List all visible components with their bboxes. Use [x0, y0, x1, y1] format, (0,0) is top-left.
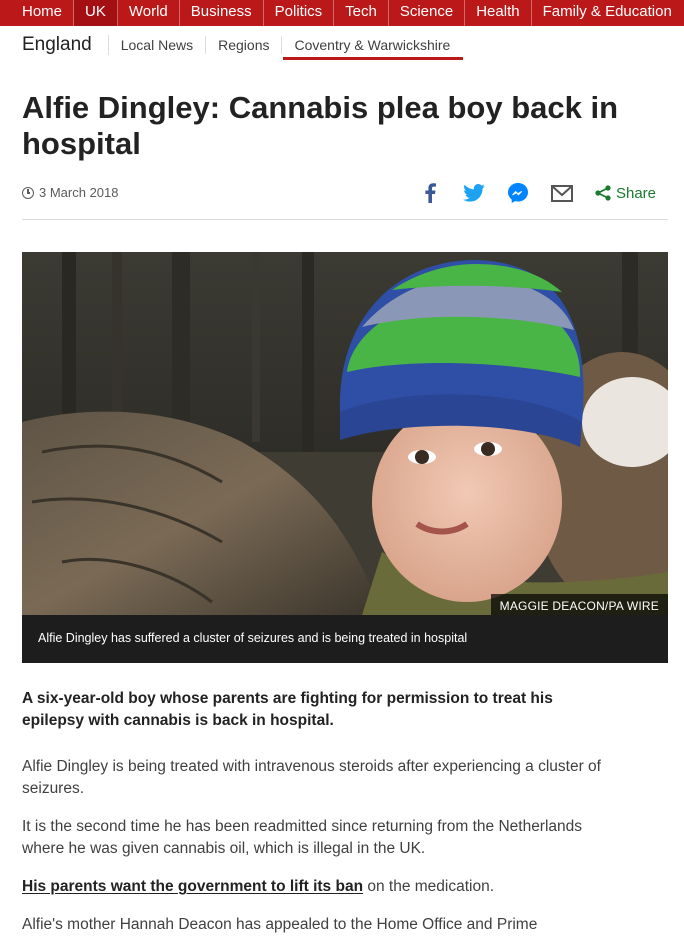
nav-science[interactable]: Science	[389, 0, 466, 26]
body-paragraph-1: Alfie Dingley is being treated with intr…	[22, 758, 601, 797]
share-tools: Share	[419, 182, 656, 204]
twitter-icon[interactable]	[463, 182, 485, 204]
region-title[interactable]: England	[0, 35, 109, 55]
intro-paragraph: A six-year-old boy whose parents are fig…	[22, 690, 553, 729]
share-label: Share	[615, 184, 656, 202]
nav-home[interactable]: Home	[0, 0, 75, 26]
body-paragraph-2: It is the second time he has been readmi…	[22, 818, 583, 857]
messenger-icon[interactable]	[507, 182, 529, 204]
top-navigation: Home UK World Business Politics Tech Sci…	[0, 0, 684, 26]
publish-date: 3 March 2018	[39, 185, 119, 200]
nav-world[interactable]: World	[118, 0, 180, 26]
active-subnav-indicator	[283, 57, 463, 60]
image-caption: Alfie Dingley has suffered a cluster of …	[22, 615, 668, 663]
article-headline: Alfie Dingley: Cannabis plea boy back in…	[22, 90, 619, 161]
nav-family-education[interactable]: Family & Education	[532, 0, 683, 26]
subnav-regions[interactable]: Regions	[206, 36, 283, 54]
share-button[interactable]: Share	[595, 185, 656, 202]
article-body: A six-year-old boy whose parents are fig…	[22, 688, 612, 944]
clock-icon	[22, 186, 34, 199]
article-image: MAGGIE DEACON/PA WIRE Alfie Dingley has …	[22, 252, 668, 663]
article-meta: 3 March 2018 Share	[22, 176, 668, 220]
share-icon	[595, 185, 611, 201]
nav-uk[interactable]: UK	[74, 0, 118, 26]
nav-politics[interactable]: Politics	[264, 0, 335, 26]
inline-link-lift-ban[interactable]: His parents want the government to lift …	[22, 878, 363, 895]
nav-health[interactable]: Health	[465, 0, 532, 26]
nav-business[interactable]: Business	[180, 0, 264, 26]
nav-tech[interactable]: Tech	[334, 0, 389, 26]
date-stamp: 3 March 2018	[22, 185, 119, 200]
subnav-local-news[interactable]: Local News	[109, 36, 207, 54]
email-icon[interactable]	[550, 182, 573, 204]
paragraph-3-text: on the medication.	[363, 878, 495, 895]
photo-child-in-woods	[22, 252, 668, 615]
body-paragraph-4: Alfie's mother Hannah Deacon has appeale…	[22, 916, 538, 933]
facebook-icon[interactable]	[419, 182, 441, 204]
body-paragraph-3: His parents want the government to lift …	[22, 876, 612, 898]
subnav-coventry-warwickshire[interactable]: Coventry & Warwickshire	[282, 36, 462, 54]
